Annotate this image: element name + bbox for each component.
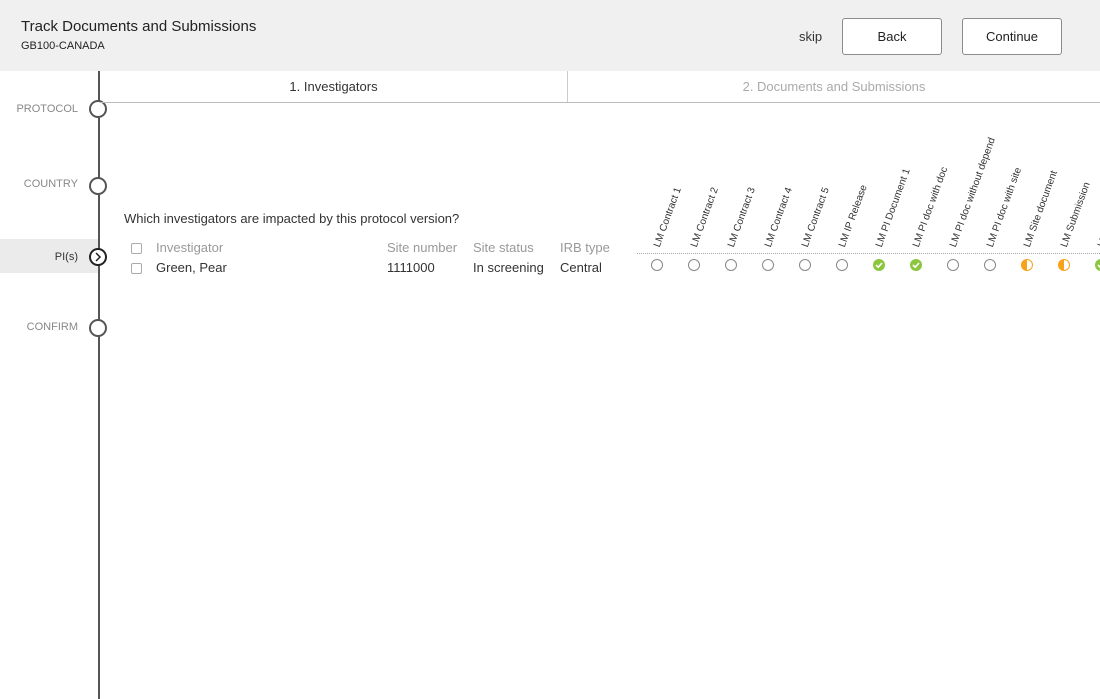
cell-site-status: In screening — [473, 260, 544, 275]
document-status-empty-icon[interactable] — [688, 259, 700, 271]
cell-investigator: Green, Pear — [156, 260, 227, 275]
document-column-label: LM Contract 5 — [800, 185, 832, 249]
document-status-empty-icon[interactable] — [725, 259, 737, 271]
document-status-done-icon[interactable] — [873, 259, 885, 271]
page-header: Track Documents and Submissions GB100-CA… — [0, 0, 1100, 71]
document-column-label: LM IP Release — [837, 183, 870, 249]
documents-divider — [637, 253, 1100, 254]
tab-documents-submissions[interactable]: 2. Documents and Submissions — [568, 71, 1100, 102]
step-protocol-label[interactable]: PROTOCOL — [0, 103, 78, 115]
document-column-label: LM Submission — [1059, 180, 1093, 249]
document-status-done-icon[interactable] — [1095, 259, 1100, 271]
document-status-partial-icon[interactable] — [1021, 259, 1033, 271]
stepper-line — [98, 71, 100, 699]
document-column-label: LM PI doc with doc — [911, 165, 951, 249]
column-header-investigator[interactable]: Investigator — [156, 240, 223, 255]
column-header-irb-type[interactable]: IRB type — [560, 240, 610, 255]
document-status-partial-icon[interactable] — [1058, 259, 1070, 271]
select-all-checkbox[interactable] — [131, 243, 142, 254]
document-column-label: LM PI Document 1 — [874, 167, 913, 249]
document-status-empty-icon[interactable] — [762, 259, 774, 271]
document-status-empty-icon[interactable] — [651, 259, 663, 271]
tab-investigators[interactable]: 1. Investigators — [100, 71, 567, 102]
column-header-site-status[interactable]: Site status — [473, 240, 534, 255]
back-button[interactable]: Back — [842, 18, 942, 55]
step-country-circle[interactable] — [89, 177, 107, 195]
tab-underline — [100, 102, 1100, 103]
document-column-label: LM PI doc with site — [985, 166, 1025, 249]
document-status-empty-icon[interactable] — [984, 259, 996, 271]
document-column-label: LM Site document — [1022, 169, 1060, 249]
page-title: Track Documents and Submissions — [21, 18, 257, 35]
continue-button[interactable]: Continue — [962, 18, 1062, 55]
cell-site-number: 1111000 — [387, 260, 435, 275]
cell-irb-type: Central — [560, 260, 602, 275]
question-text: Which investigators are impacted by this… — [124, 211, 460, 226]
document-status-empty-icon[interactable] — [836, 259, 848, 271]
step-pis-circle[interactable] — [89, 248, 107, 266]
document-column-label: LM Contract 1 — [652, 185, 684, 249]
row-checkbox[interactable] — [131, 263, 142, 274]
step-confirm-label[interactable]: CONFIRM — [0, 321, 78, 333]
document-status-done-icon[interactable] — [910, 259, 922, 271]
column-header-site-number[interactable]: Site number — [387, 240, 457, 255]
chevron-right-icon — [95, 252, 102, 262]
step-pis-label[interactable]: PI(s) — [0, 251, 78, 263]
document-status-empty-icon[interactable] — [947, 259, 959, 271]
document-column-label: LM Contract 3 — [726, 185, 758, 249]
document-column-label: LM Contract 4 — [763, 185, 795, 249]
document-column-label: LM — [1096, 231, 1100, 249]
document-status-empty-icon[interactable] — [799, 259, 811, 271]
step-confirm-circle[interactable] — [89, 319, 107, 337]
step-country-label[interactable]: COUNTRY — [0, 178, 78, 190]
document-column-label: LM Contract 2 — [689, 185, 721, 249]
page-subtitle: GB100-CANADA — [21, 40, 105, 52]
skip-link[interactable]: skip — [799, 29, 822, 44]
